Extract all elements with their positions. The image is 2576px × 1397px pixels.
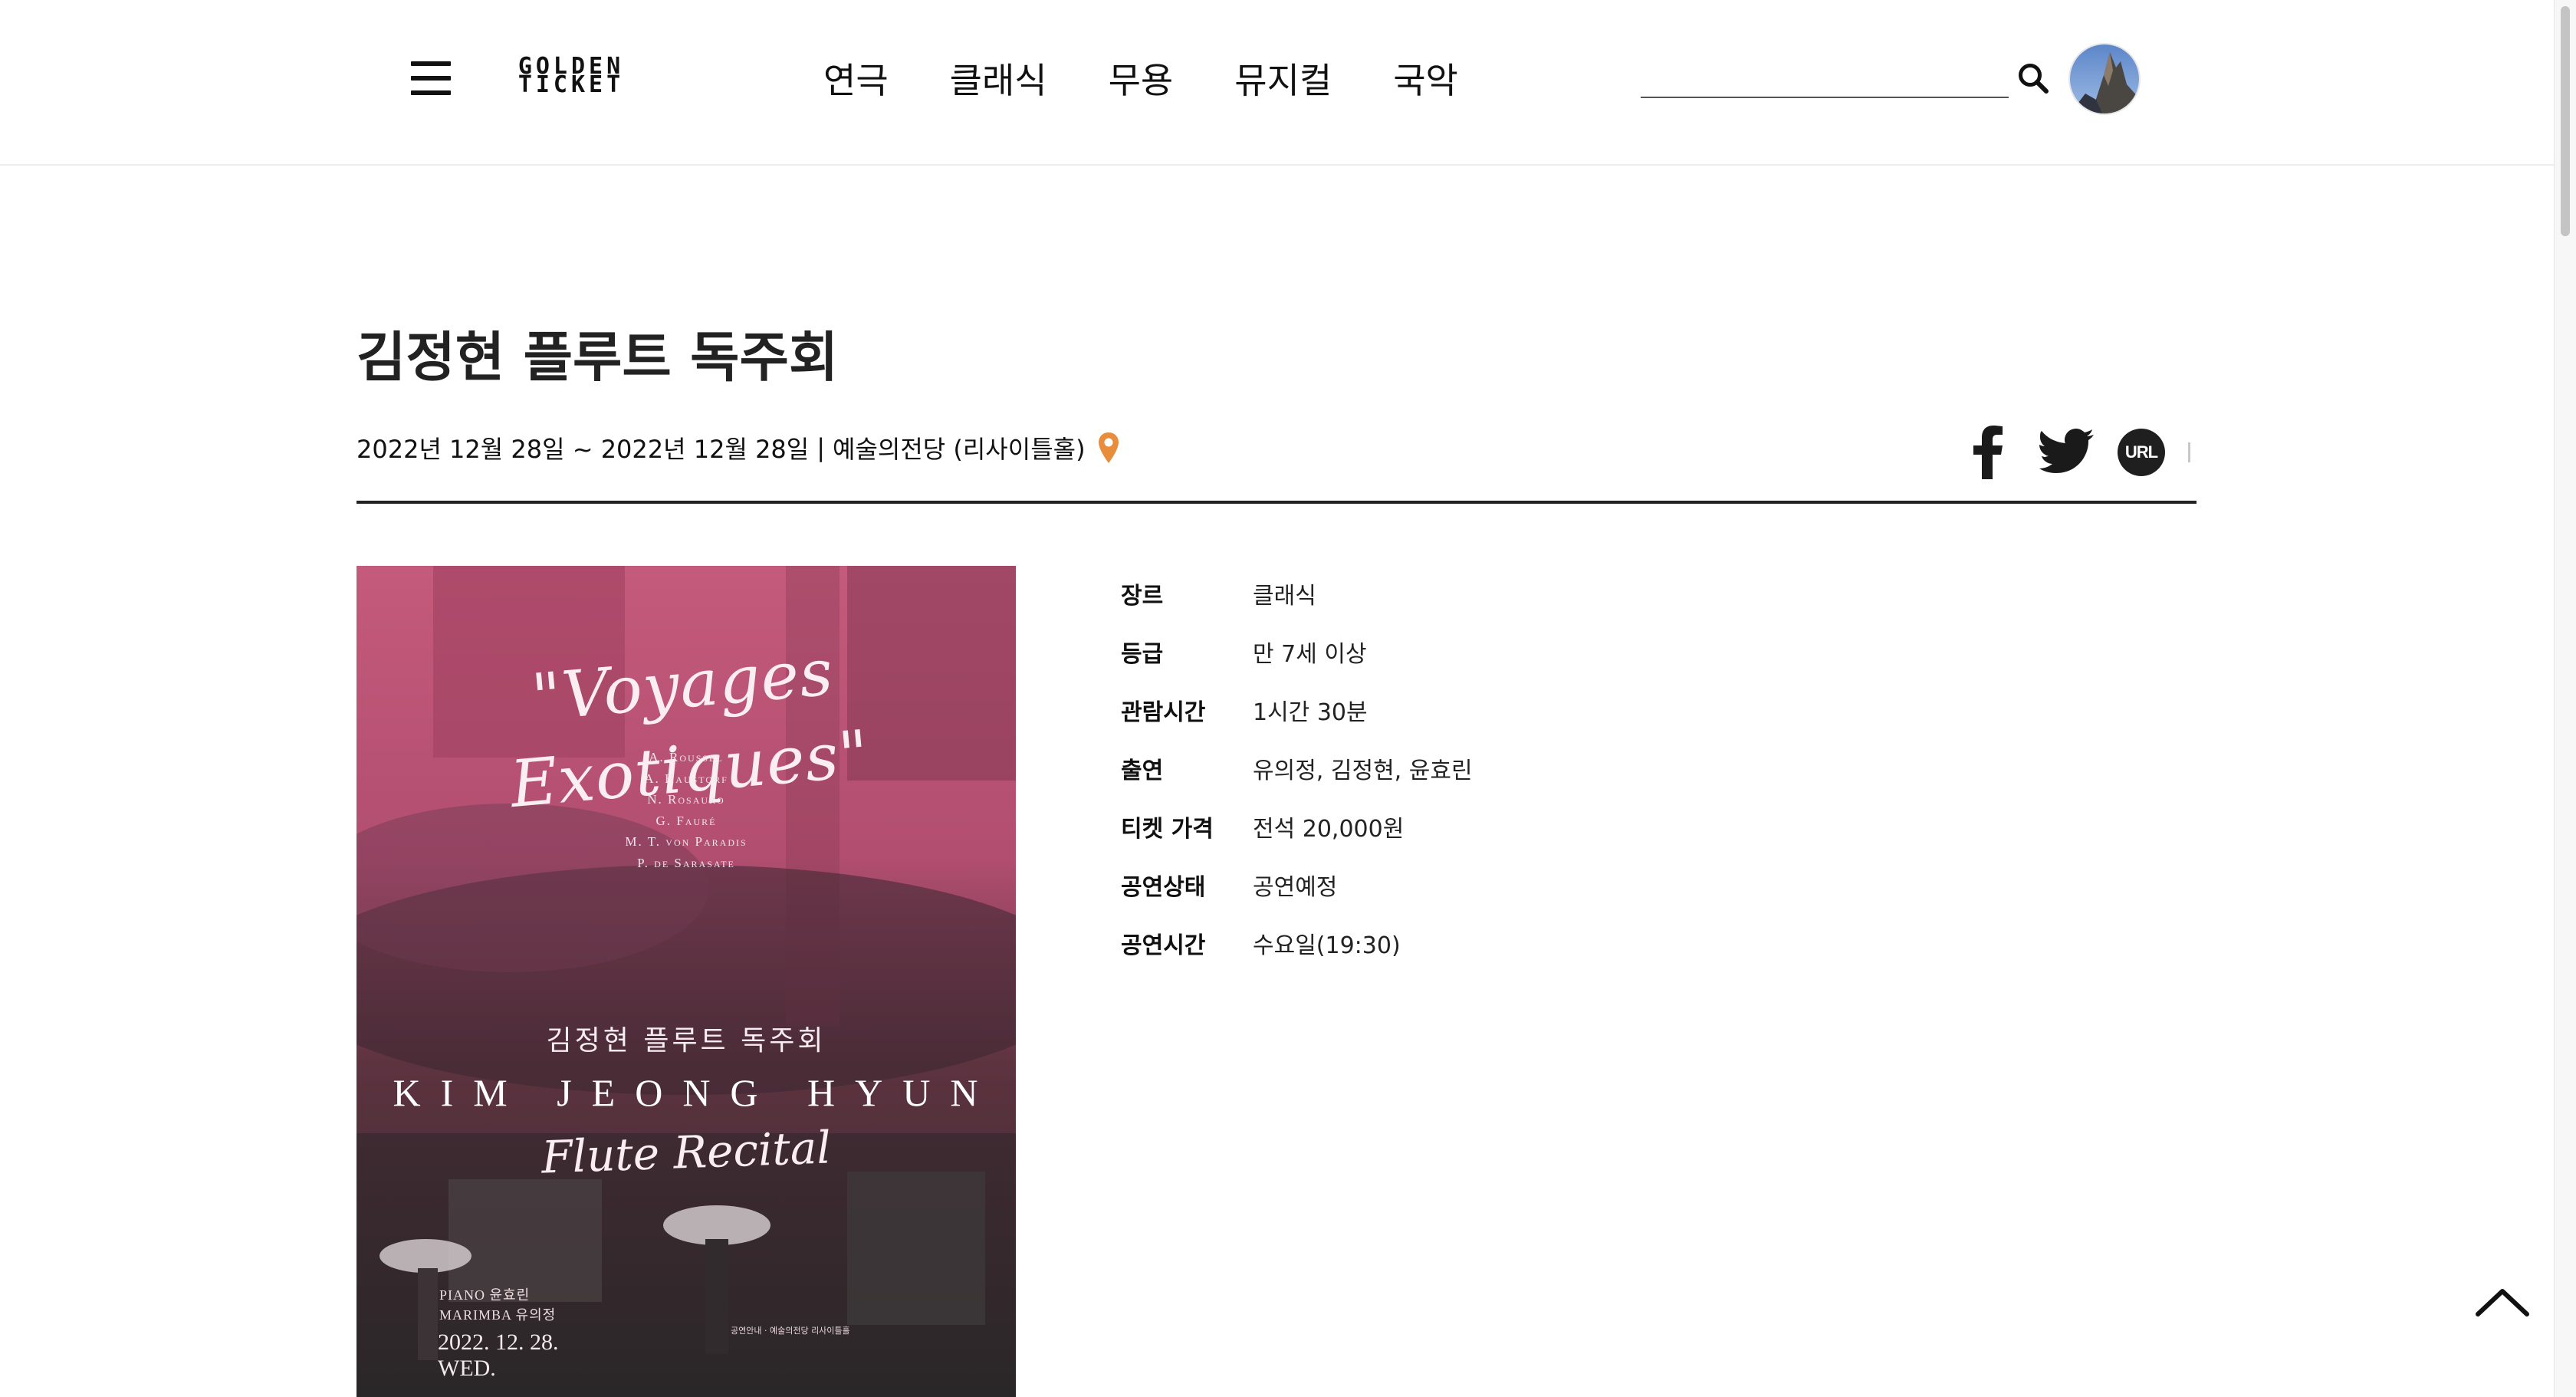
- poster-composer: A. Roussel: [649, 750, 724, 764]
- poster-composer-list: A. Roussel A. Haustorf N. Rosauro G. Fau…: [356, 747, 1016, 873]
- poster-composer: G. Fauré: [656, 813, 717, 828]
- golden-ticket-logo[interactable]: GOLDEN TICKET: [498, 54, 644, 100]
- poster-english-name: KIM JEONG HYUN: [393, 1071, 998, 1114]
- event-info-table: 장르 클래식 등급 만 7세 이상 관람시간 1시간 30분 출연 유의정, 김…: [1121, 564, 1473, 972]
- info-value: 1시간 30분: [1253, 699, 1368, 726]
- info-label: 공연시간: [1121, 932, 1206, 959]
- poster-performers: PIANO 윤효린 MARIMBA 유의정: [439, 1285, 556, 1325]
- info-label: 관람시간: [1121, 699, 1206, 726]
- chevron-up-icon[interactable]: [2473, 1280, 2532, 1326]
- map-pin-icon[interactable]: [1096, 431, 1121, 465]
- info-row-showtime: 공연시간 수요일(19:30): [1121, 914, 1473, 972]
- event-meta: 2022년 12월 28일 ~ 2022년 12월 28일 | 예술의전당 (리…: [356, 426, 1121, 469]
- user-avatar[interactable]: [2070, 44, 2139, 113]
- poster-composer: A. Haustorf: [644, 771, 728, 786]
- info-row-rating: 등급 만 7세 이상: [1121, 623, 1473, 681]
- poster-composer: M. T. von Paradis: [625, 834, 748, 849]
- info-row-genre: 장르 클래식: [1121, 564, 1473, 623]
- nav-item-musical[interactable]: 뮤지컬: [1234, 54, 1332, 107]
- info-value: 만 7세 이상: [1253, 641, 1367, 668]
- info-row-status: 공연상태 공연예정: [1121, 856, 1473, 914]
- nav-item-dance[interactable]: 무용: [1109, 54, 1174, 107]
- event-venue: 예술의전당 (리사이틀홀): [833, 435, 1086, 464]
- nav-item-classical[interactable]: 클래식: [950, 54, 1047, 107]
- share-buttons: URL: [1970, 422, 2190, 483]
- nav-item-gugak[interactable]: 국악: [1393, 54, 1458, 107]
- info-label: 공연상태: [1121, 874, 1206, 901]
- info-value: 전석 20,000원: [1253, 816, 1405, 843]
- info-label: 티켓 가격: [1121, 816, 1214, 843]
- page-title: 김정현 플루트 독주회: [356, 326, 839, 389]
- info-row-runtime: 관람시간 1시간 30분: [1121, 681, 1473, 739]
- poster-composer: N. Rosauro: [647, 792, 725, 807]
- meta-separator: |: [816, 433, 826, 462]
- info-row-cast: 출연 유의정, 김정현, 윤효린: [1121, 739, 1473, 797]
- page-scrollbar[interactable]: [2554, 0, 2576, 1397]
- site-header: GOLDEN TICKET 연극 클래식 무용 뮤지컬 국악: [0, 0, 2555, 166]
- title-divider: [356, 501, 2196, 504]
- main-nav: 연극 클래식 무용 뮤지컬 국악: [823, 54, 1520, 107]
- search-input[interactable]: [1641, 60, 2009, 98]
- poster-fine-print: 공연안내 · 예술의전당 리사이틀홀: [731, 1326, 850, 1336]
- info-value: 유의정, 김정현, 윤효린: [1253, 758, 1473, 784]
- logo-line-2: TICKET: [518, 71, 625, 98]
- poster-date: 2022. 12. 28. WED.: [438, 1330, 559, 1382]
- search-icon[interactable]: [2016, 61, 2050, 95]
- info-label: 장르: [1121, 583, 1164, 610]
- info-label: 등급: [1121, 641, 1164, 668]
- poster-composer: P. de Sarasate: [637, 855, 735, 870]
- poster-date-weekday: WED.: [438, 1356, 496, 1381]
- poster-korean-title: 김정현 플루트 독주회: [546, 1025, 826, 1057]
- scrollbar-thumb[interactable]: [2561, 6, 2570, 236]
- info-value: 클래식: [1253, 583, 1316, 610]
- info-value: 공연예정: [1253, 874, 1338, 901]
- event-dates: 2022년 12월 28일 ~ 2022년 12월 28일: [356, 435, 810, 464]
- info-row-price: 티켓 가격 전석 20,000원: [1121, 797, 1473, 856]
- twitter-icon[interactable]: [2039, 429, 2095, 476]
- hamburger-menu-icon[interactable]: [411, 58, 451, 98]
- poster-performer: MARIMBA 유의정: [439, 1307, 557, 1323]
- poster-date-day: 2022. 12. 28.: [438, 1330, 559, 1355]
- info-label: 출연: [1121, 758, 1164, 784]
- facebook-icon[interactable]: [1970, 426, 2004, 479]
- event-poster: "Voyages Exotiques" A. Roussel A. Hausto…: [356, 566, 1016, 1397]
- poster-performer: PIANO 윤효린: [439, 1287, 531, 1303]
- info-value: 수요일(19:30): [1253, 932, 1401, 959]
- url-link-icon[interactable]: URL: [2118, 429, 2165, 476]
- share-separator: [2188, 442, 2190, 462]
- nav-item-theater[interactable]: 연극: [823, 54, 889, 107]
